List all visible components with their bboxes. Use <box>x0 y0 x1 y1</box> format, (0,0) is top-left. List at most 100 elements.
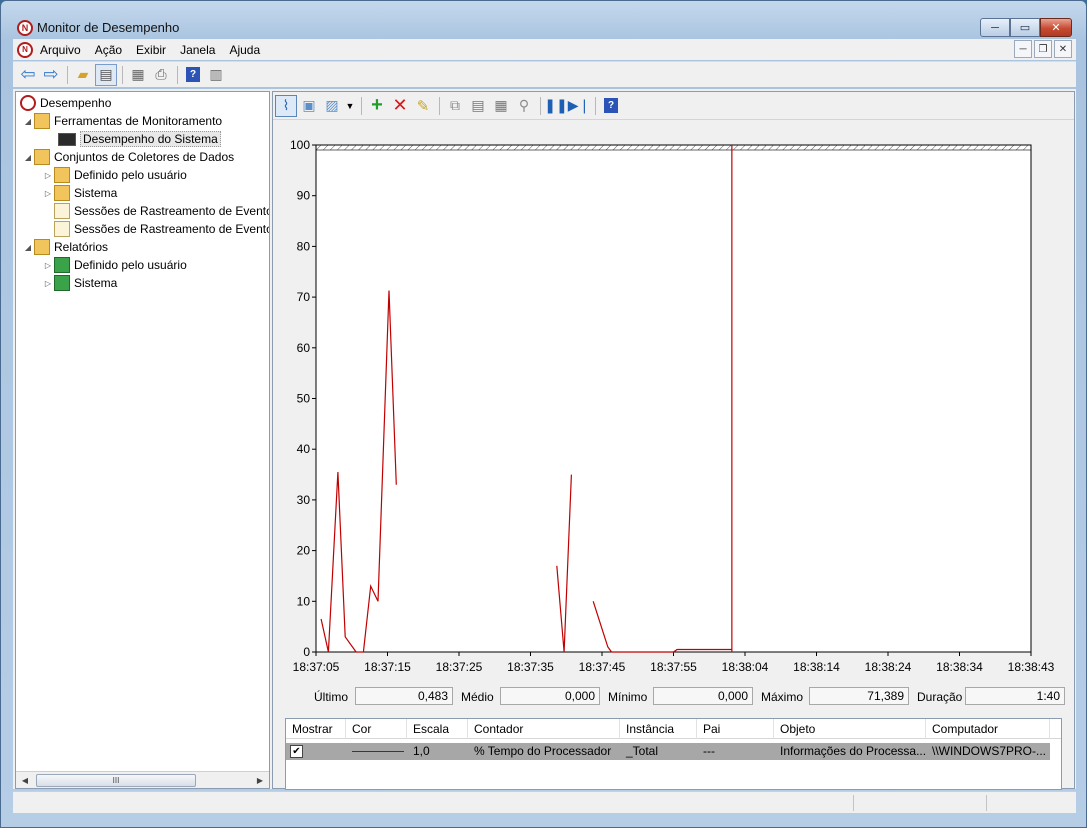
series-color-swatch <box>352 751 404 752</box>
tree-item-desempenho-sistema[interactable]: Desempenho do Sistema <box>58 130 221 148</box>
perfmon-menu-icon[interactable]: N <box>17 41 33 58</box>
zoom-icon[interactable]: ⚲ <box>513 95 535 117</box>
copy-properties-icon[interactable]: ⧉ <box>444 95 466 117</box>
average-value: 0,000 <box>500 687 600 705</box>
main-toolbar: ⇦ ⇨ ▰ ▤ ▦ ⎙ ? ▥ <box>13 61 1076 87</box>
x-tick-label: 18:38:24 <box>865 660 912 674</box>
x-tick-label: 18:38:34 <box>936 660 983 674</box>
maximize-button[interactable]: ▭ <box>1010 18 1040 37</box>
title-bar[interactable]: N Monitor de Desempenho ─ ▭ ✕ <box>1 1 1086 39</box>
tree-item-relatorios-definido-usuario[interactable]: ▷ Definido pelo usuário <box>42 256 187 274</box>
tree-item-definido-usuario[interactable]: ▷ Definido pelo usuário <box>42 166 187 184</box>
mdi-buttons: ─ ❐ ✕ <box>1012 40 1072 58</box>
scale-cell: 1,0 <box>413 744 430 758</box>
tree-item-ferramentas[interactable]: ◢ Ferramentas de Monitoramento <box>22 112 222 130</box>
expanded-arrow-icon[interactable]: ◢ <box>22 153 34 162</box>
show-hide-action-pane-icon[interactable]: ▥ <box>205 64 227 86</box>
tree-item-label: Sessões de Rastreamento de Eventos <box>74 204 270 218</box>
properties-icon[interactable]: ▦ <box>127 64 149 86</box>
col-objeto[interactable]: Objeto <box>774 719 926 739</box>
y-tick-label: 100 <box>290 138 310 152</box>
col-mostrar[interactable]: Mostrar <box>286 719 346 739</box>
tree-item-relatorios-sistema[interactable]: ▷ Sistema <box>42 274 117 292</box>
minimum-label: Mínimo <box>608 690 648 704</box>
monitoring-tools-icon <box>34 113 50 129</box>
minimize-button[interactable]: ─ <box>980 18 1010 37</box>
tree-item-label: Ferramentas de Monitoramento <box>54 114 223 128</box>
forward-arrow-icon[interactable]: ⇨ <box>40 64 62 86</box>
col-pai[interactable]: Pai <box>697 719 774 739</box>
menu-ajuda[interactable]: Ajuda <box>222 43 267 57</box>
show-checkbox[interactable]: ✔ <box>290 745 303 758</box>
menu-exibir[interactable]: Exibir <box>129 43 173 57</box>
highlight-icon[interactable]: ✎ <box>412 95 434 117</box>
plot-top-band <box>315 144 1032 151</box>
plot-area <box>315 144 1032 653</box>
parent-cell: --- <box>703 744 715 758</box>
col-contador[interactable]: Contador <box>468 719 620 739</box>
menu-arquivo[interactable]: Arquivo <box>33 43 88 57</box>
collapsed-arrow-icon[interactable]: ▷ <box>42 279 54 288</box>
line-chart[interactable]: 0 10 20 30 40 50 60 70 80 90 100 18:37:05 18:37:15 18… <box>273 122 1074 682</box>
mdi-minimize-button[interactable]: ─ <box>1014 40 1032 58</box>
help-icon[interactable]: ? <box>182 64 204 86</box>
reports-icon <box>34 239 50 255</box>
freeze-display-icon[interactable]: ❚❚ <box>544 95 567 117</box>
mdi-close-button[interactable]: ✕ <box>1054 40 1072 58</box>
print-icon[interactable]: ⎙ <box>150 64 172 86</box>
change-graph-type-icon[interactable]: ▨ <box>321 95 343 117</box>
close-button[interactable]: ✕ <box>1040 18 1072 37</box>
graph-toolbar: ⌇ ▣ ▨ ▼ + ✕ ✎ ⧉ ▤ ▦ ⚲ ❚❚ ▶❘ ? <box>273 92 1074 120</box>
minimum-value: 0,000 <box>653 687 753 705</box>
toolbar-separator <box>595 96 596 115</box>
trace-session-icon <box>54 203 70 219</box>
y-tick-label: 80 <box>297 239 311 253</box>
view-graph-icon[interactable]: ⌇ <box>275 94 297 117</box>
col-computador[interactable]: Computador <box>926 719 1050 739</box>
menu-acao[interactable]: Ação <box>88 43 129 57</box>
view-current-activity-icon[interactable]: ▣ <box>298 95 320 117</box>
back-arrow-icon[interactable]: ⇦ <box>17 64 39 86</box>
col-escala[interactable]: Escala <box>407 719 468 739</box>
scroll-left-icon[interactable]: ◀ <box>18 774 32 787</box>
collapsed-arrow-icon[interactable]: ▷ <box>42 171 54 180</box>
scroll-thumb[interactable]: III <box>36 774 196 787</box>
menu-janela[interactable]: Janela <box>173 43 222 57</box>
up-folder-icon[interactable]: ▰ <box>72 64 94 86</box>
average-label: Médio <box>461 690 494 704</box>
tree-item-desempenho[interactable]: Desempenho <box>20 94 111 112</box>
collapsed-arrow-icon[interactable]: ▷ <box>42 189 54 198</box>
expanded-arrow-icon[interactable]: ◢ <box>22 243 34 252</box>
col-cor[interactable]: Cor <box>346 719 407 739</box>
add-counter-icon[interactable]: + <box>366 94 388 117</box>
tree-item-sessoes-rastreamento-2[interactable]: Sessões de Rastreamento de Eventos <box>54 220 269 238</box>
last-value: 0,483 <box>355 687 453 705</box>
last-label: Último <box>314 690 349 704</box>
tree-horizontal-scrollbar[interactable]: ◀ III ▶ <box>16 771 269 788</box>
dropdown-arrow-icon[interactable]: ▼ <box>344 95 356 117</box>
expanded-arrow-icon[interactable]: ◢ <box>22 117 34 126</box>
update-data-icon[interactable]: ▶❘ <box>568 95 591 117</box>
tree-item-label: Sistema <box>74 186 118 200</box>
duration-value: 1:40 <box>965 687 1065 705</box>
toolbar-separator <box>361 96 362 115</box>
mdi-restore-button[interactable]: ❐ <box>1034 40 1052 58</box>
tree-item-sistema[interactable]: ▷ Sistema <box>42 184 117 202</box>
legend-row[interactable]: ✔ 1,0 % Tempo do Processador _Total --- … <box>286 743 1050 760</box>
delete-counter-icon[interactable]: ✕ <box>389 95 411 117</box>
help-icon[interactable]: ? <box>600 95 622 117</box>
x-tick-label: 18:37:15 <box>364 660 411 674</box>
tree-item-conjuntos[interactable]: ◢ Conjuntos de Coletores de Dados <box>22 148 234 166</box>
collapsed-arrow-icon[interactable]: ▷ <box>42 261 54 270</box>
legend-header: Mostrar Cor Escala Contador Instância Pa… <box>286 719 1061 739</box>
tree-item-sessoes-rastreamento-1[interactable]: Sessões de Rastreamento de Eventos <box>54 202 270 220</box>
scroll-right-icon[interactable]: ▶ <box>253 774 267 787</box>
menu-bar: N Arquivo Ação Exibir Janela Ajuda ─ ❐ ✕ <box>13 39 1076 60</box>
toolbar-separator <box>540 96 541 115</box>
tree-item-relatorios[interactable]: ◢ Relatórios <box>22 238 108 256</box>
tree-item-label: Desempenho <box>40 96 112 110</box>
properties-icon[interactable]: ▦ <box>490 95 512 117</box>
col-instancia[interactable]: Instância <box>620 719 697 739</box>
show-hide-tree-icon[interactable]: ▤ <box>95 63 117 86</box>
paste-counter-icon[interactable]: ▤ <box>467 95 489 117</box>
